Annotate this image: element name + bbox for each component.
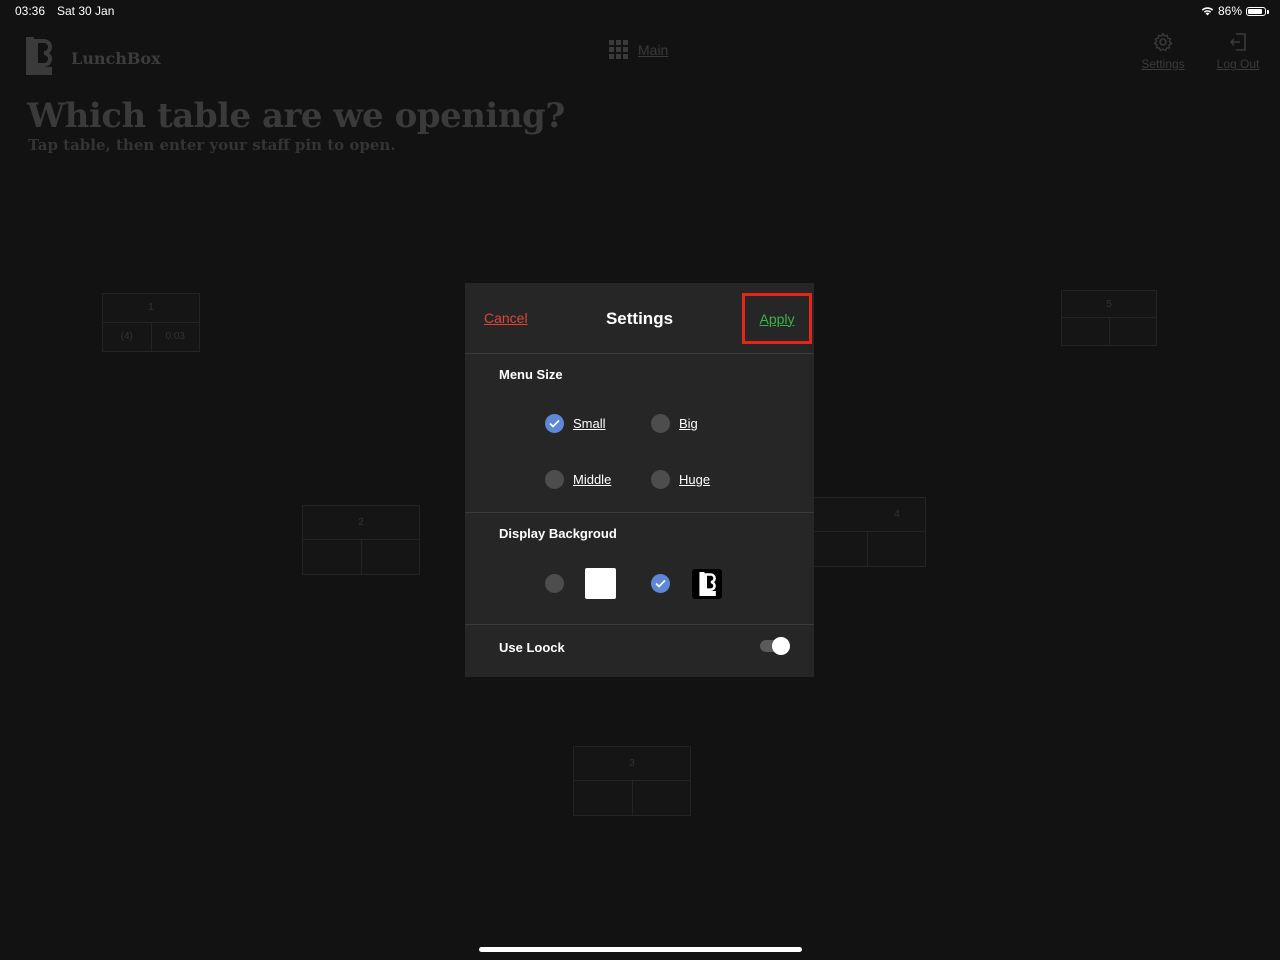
use-lock-toggle[interactable] (760, 636, 792, 656)
nav-logout-button[interactable]: Log Out (1214, 32, 1262, 71)
table-5[interactable]: 5 (1061, 290, 1157, 346)
table-time (362, 540, 420, 574)
table-2[interactable]: 2 (302, 505, 420, 575)
menu-size-middle-label: Middle (573, 472, 612, 487)
nav-settings-button[interactable]: Settings (1139, 32, 1187, 71)
menu-size-huge-label: Huge (679, 472, 711, 487)
radio-huge[interactable] (651, 470, 670, 489)
page-headline: Which table are we opening? (27, 96, 565, 136)
menu-size-huge-option[interactable]: Huge (651, 470, 710, 489)
table-1[interactable]: 1 (4) 0:03 (102, 293, 200, 352)
table-number: 5 (1106, 298, 1112, 310)
lunchbox-logo-icon (699, 572, 716, 596)
table-4[interactable]: 4 (808, 497, 926, 567)
table-time: 0:03 (165, 331, 185, 343)
radio-background-white[interactable] (545, 574, 564, 593)
nav-settings-label: Settings (1141, 57, 1185, 71)
table-number: 1 (148, 302, 154, 314)
background-logo-swatch[interactable] (692, 569, 722, 599)
table-guests (303, 540, 362, 574)
menu-size-small-option[interactable]: Small (545, 414, 606, 433)
use-lock-label: Use Loock (499, 640, 565, 655)
radio-big[interactable] (651, 414, 670, 433)
checkmark-icon (655, 579, 666, 588)
table-number: 3 (629, 758, 635, 769)
display-background-label: Display Backgroud (499, 526, 617, 541)
menu-size-middle-option[interactable]: Middle (545, 470, 611, 489)
menu-size-big-option[interactable]: Big (651, 414, 698, 433)
table-time (1110, 318, 1157, 345)
menu-size-big-label: Big (679, 416, 698, 431)
page-subline: Tap table, then enter your staff pin to … (28, 136, 396, 154)
table-guests (574, 781, 633, 815)
menu-size-small-label: Small (573, 416, 606, 431)
logout-icon (1229, 33, 1246, 51)
table-time (633, 781, 691, 815)
menu-size-label: Menu Size (499, 367, 563, 382)
home-indicator (479, 947, 802, 952)
table-time (868, 532, 926, 566)
radio-background-logo[interactable] (651, 574, 670, 593)
nav-main-label[interactable]: Main (638, 42, 668, 58)
table-number: 4 (894, 509, 900, 520)
table-number: 2 (358, 517, 364, 528)
table-guests (1062, 318, 1110, 345)
apply-label: Apply (759, 310, 795, 327)
app-name: LunchBox (71, 49, 161, 68)
table-guests (809, 532, 868, 566)
gear-icon (1153, 32, 1173, 52)
nav-main[interactable]: Main (609, 40, 668, 59)
table-3[interactable]: 3 (573, 746, 691, 816)
settings-modal: Cancel Settings Apply Menu Size Small Bi… (465, 283, 814, 677)
toggle-knob (772, 637, 790, 655)
radio-middle[interactable] (545, 470, 564, 489)
display-background-section: Display Backgroud (465, 513, 814, 625)
nav-logout-label: Log Out (1216, 57, 1260, 71)
menu-size-section: Menu Size Small Big Middle Huge (465, 353, 814, 513)
modal-header: Cancel Settings Apply (465, 283, 814, 354)
radio-small[interactable] (545, 414, 564, 433)
lunchbox-logo-icon (26, 37, 52, 75)
checkmark-icon (549, 419, 560, 428)
table-guests: (4) (103, 322, 152, 351)
grid-icon (609, 40, 628, 59)
apply-button[interactable]: Apply (742, 293, 812, 344)
background-white-swatch[interactable] (585, 568, 616, 599)
